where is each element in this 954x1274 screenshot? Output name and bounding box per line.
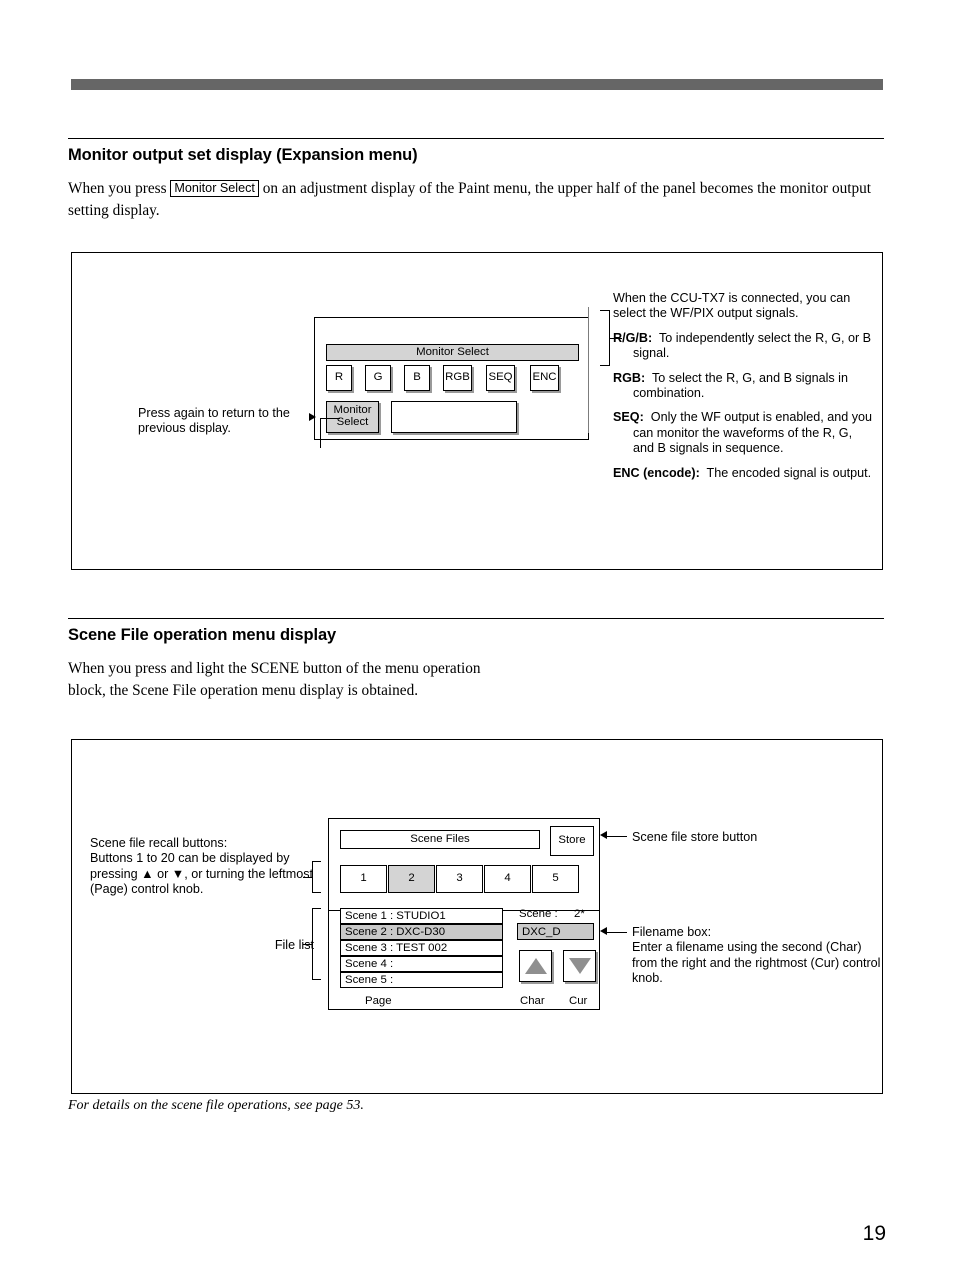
file-list-row-2[interactable]: Scene 2 : DXC-D30: [340, 924, 503, 940]
triangle-down-icon: [568, 958, 591, 974]
file-list-row-5[interactable]: Scene 5 :: [340, 972, 503, 988]
intro-paragraph-scene-file: When you press and light the SCENE butto…: [68, 660, 481, 699]
page-button-4[interactable]: 4: [484, 865, 531, 893]
term-seq: SEQ:: [613, 410, 644, 425]
button-g[interactable]: G: [365, 365, 391, 391]
panel-right-guide: [588, 307, 589, 433]
leader-arrow-press-again: [309, 413, 316, 421]
callout-filename-box: Filename box: Enter a filename using the…: [632, 925, 882, 987]
file-list-row-1[interactable]: Scene 1 : STUDIO1: [340, 908, 503, 924]
button-r[interactable]: R: [326, 365, 352, 391]
callout-item-seq: SEQ: Only the WF output is enabled, and …: [613, 410, 875, 456]
term-rgb-individual: R/G/B:: [613, 330, 653, 345]
callout-press-again: Press again to return to the previous di…: [138, 406, 290, 436]
term-rgb: RGB:: [613, 370, 646, 385]
page-title-monitor-output: Monitor output set display (Expansion me…: [68, 146, 418, 164]
brace-connector-file-list: [312, 908, 321, 980]
desc-seq: Only the WF output is enabled, and you c…: [633, 410, 873, 456]
monitor-select-button-line2: Select: [336, 416, 369, 428]
leader-line-press-again: [320, 418, 340, 419]
monitor-select-panel: Monitor Select R G B RGB SEQ ENC Monitor…: [314, 317, 589, 440]
button-rgb[interactable]: RGB: [443, 365, 472, 391]
monitor-select-titlebar: Monitor Select: [326, 344, 579, 361]
desc-rgb-individual: To independently select the R, G, or B s…: [633, 330, 872, 361]
page-button-2[interactable]: 2: [388, 865, 435, 893]
desc-rgb: To select the R, G, and B signals in com…: [633, 370, 848, 401]
callout-file-list: File list: [274, 938, 314, 952]
term-enc: ENC (encode):: [613, 465, 700, 480]
leader-line-filename: [605, 932, 627, 933]
scene-files-titlebar: Scene Files: [340, 830, 540, 849]
button-b[interactable]: B: [404, 365, 430, 391]
cur-down-button[interactable]: [563, 950, 596, 982]
page-title-scene-file: Scene File operation menu display: [68, 626, 337, 644]
monitor-select-key-reference: Monitor Select: [170, 180, 259, 197]
page-button-5[interactable]: 5: [532, 865, 579, 893]
store-button[interactable]: Store: [550, 826, 594, 856]
header-rule: [71, 79, 883, 90]
page-number: 19: [862, 1222, 886, 1245]
leader-stem-press-again: [320, 418, 321, 448]
callout-item-rgb-individual: R/G/B: To independently select the R, G,…: [613, 331, 875, 362]
file-list-row-4[interactable]: Scene 4 :: [340, 956, 503, 972]
monitor-select-button[interactable]: Monitor Select: [326, 401, 379, 433]
desc-enc: The encoded signal is output.: [706, 465, 872, 480]
cur-knob-label: Cur: [569, 995, 588, 1007]
button-enc[interactable]: ENC: [530, 365, 559, 391]
figure-scene-file: Scene Files Store 1 2 3 4 5 Scene 1 : ST…: [71, 739, 883, 1094]
cross-reference-note: For details on the scene file operations…: [68, 1098, 364, 1113]
scene-number-label: Scene :: [519, 908, 558, 920]
figure-monitor-output: Monitor Select R G B RGB SEQ ENC Monitor…: [71, 252, 883, 570]
brace-stem-file-list: [303, 944, 313, 945]
intro-paragraph-monitor-output: When you press Monitor Select on an adju…: [68, 178, 884, 221]
page-knob-label: Page: [365, 995, 392, 1007]
brace-connector-buttons: [600, 310, 610, 366]
brace-stem-recall: [303, 877, 313, 878]
heading-divider-scene: [68, 618, 884, 619]
leader-arrow-store: [600, 831, 607, 839]
callout-recall-buttons: Scene file recall buttons: Buttons 1 to …: [90, 836, 314, 897]
filename-box[interactable]: DXC_D: [517, 923, 594, 940]
callout-signal-descriptions: When the CCU-TX7 is connected, you can s…: [613, 291, 875, 481]
brace-connector-recall: [312, 861, 321, 893]
callout-intro: When the CCU-TX7 is connected, you can s…: [613, 291, 851, 321]
section-monitor-output: Monitor output set display (Expansion me…: [68, 138, 884, 221]
callout-item-rgb: RGB: To select the R, G, and B signals i…: [613, 371, 875, 402]
page-button-1[interactable]: 1: [340, 865, 387, 893]
heading-divider: [68, 138, 884, 139]
scene-file-panel: Scene Files Store 1 2 3 4 5 Scene 1 : ST…: [328, 818, 600, 1010]
leader-arrow-filename: [600, 927, 607, 935]
intro-text-before: When you press: [68, 180, 167, 197]
callout-filename-body: Enter a filename using the second (Char)…: [632, 940, 881, 986]
page-button-3[interactable]: 3: [436, 865, 483, 893]
char-up-button[interactable]: [519, 950, 552, 982]
scene-number-value: 2*: [574, 908, 585, 920]
callout-filename-title: Filename box:: [632, 925, 712, 939]
callout-item-enc: ENC (encode): The encoded signal is outp…: [613, 466, 875, 481]
triangle-up-icon: [524, 958, 547, 974]
section-scene-file: Scene File operation menu display When y…: [68, 618, 884, 701]
button-seq[interactable]: SEQ: [486, 365, 515, 391]
monitor-output-empty-box: [391, 401, 517, 433]
leader-line-store: [605, 836, 627, 837]
callout-store-button: Scene file store button: [632, 830, 758, 844]
char-knob-label: Char: [520, 995, 545, 1007]
file-list-row-3[interactable]: Scene 3 : TEST 002: [340, 940, 503, 956]
